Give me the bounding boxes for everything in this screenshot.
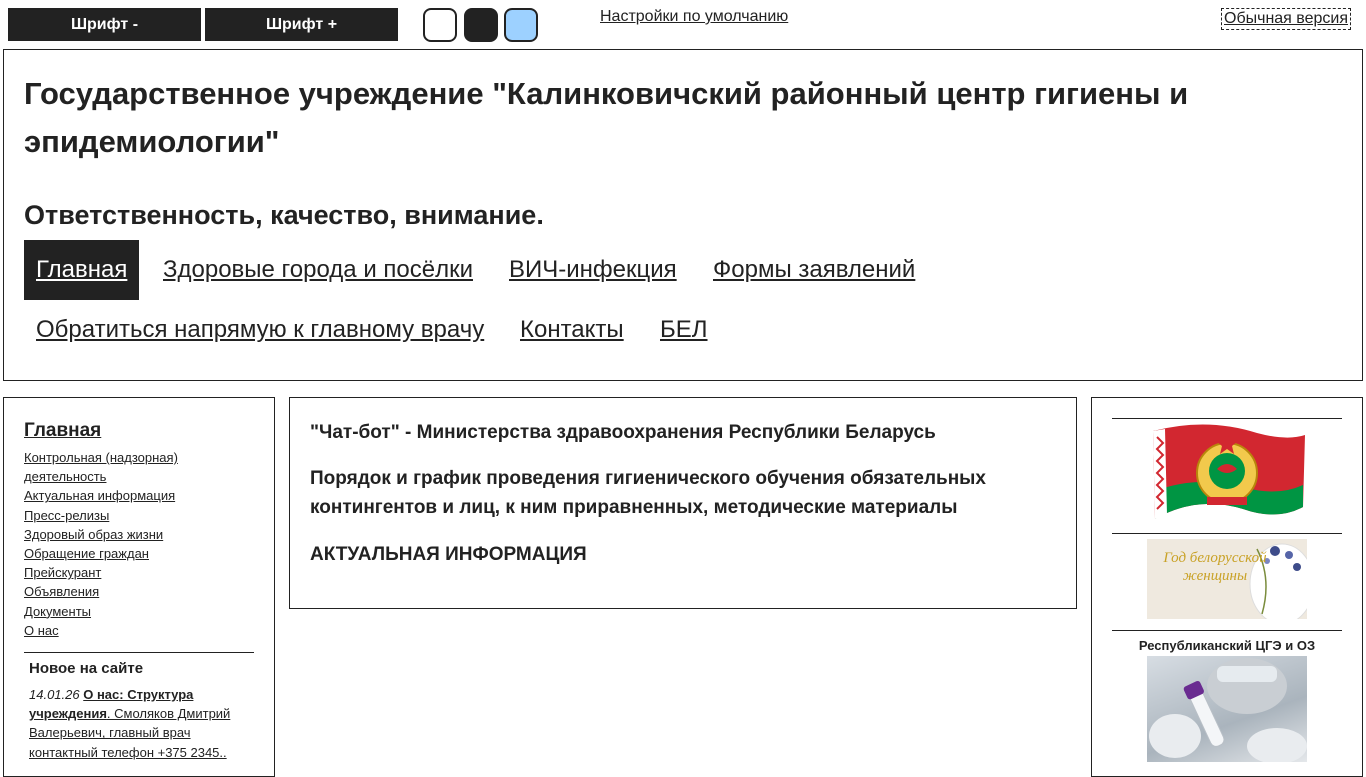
actual-info-link[interactable]: АКТУАЛЬНАЯ ИНФОРМАЦИЯ <box>310 540 587 569</box>
sidebar-item-documents[interactable]: Документы <box>24 602 244 621</box>
sidebar-item-actual-info[interactable]: Актуальная информация <box>24 486 244 505</box>
news-date: 14.01.26 <box>29 687 80 702</box>
sidebar-divider <box>24 652 254 653</box>
belarus-flag-emblem-icon <box>1153 424 1305 519</box>
accessibility-toolbar: Шрифт - Шрифт + Настройки по умолчанию О… <box>0 0 1366 48</box>
nav-item-hiv[interactable]: ВИЧ-инфекция <box>497 240 689 300</box>
reset-settings-link[interactable]: Настройки по умолчанию <box>600 8 788 26</box>
hygiene-training-link[interactable]: Порядок и график проведения гигиеническо… <box>310 464 1030 522</box>
lab-test-tube-icon <box>1149 658 1307 762</box>
state-emblem-flag-banner[interactable] <box>1147 423 1307 523</box>
year-of-belarusian-woman-banner[interactable]: Год белорусской женщины <box>1147 539 1307 619</box>
site-slogan: Ответственность, качество, внимание. <box>24 200 544 230</box>
banner-divider <box>1112 533 1342 534</box>
nav-item-forms[interactable]: Формы заявлений <box>701 240 927 300</box>
right-sidebar: Год белорусской женщины Республиканский … <box>1091 397 1363 777</box>
sidebar-item-healthy-lifestyle[interactable]: Здоровый образ жизни <box>24 525 244 544</box>
chatbot-link[interactable]: "Чат-бот" - Министерства здравоохранения… <box>310 418 936 447</box>
site-header: Государственное учреждение "Калинковичск… <box>3 49 1363 381</box>
site-title: Государственное учреждение "Калинковичск… <box>24 76 1189 159</box>
nav-item-language-bel[interactable]: БЕЛ <box>648 300 720 360</box>
font-decrease-button[interactable]: Шрифт - <box>8 8 201 41</box>
banner-divider <box>1112 418 1342 419</box>
banner-divider <box>1112 630 1342 631</box>
sidebar-item-control[interactable]: Контрольная (надзорная) деятельность <box>24 448 244 486</box>
main-content: "Чат-бот" - Министерства здравоохранения… <box>289 397 1077 609</box>
year-of-woman-text: Год белорусской женщины <box>1163 550 1267 584</box>
news-heading: Новое на сайте <box>29 660 144 677</box>
sidebar-item-press-releases[interactable]: Пресс-релизы <box>24 506 244 525</box>
sidebar-item-about[interactable]: О нас <box>24 621 244 640</box>
sidebar-title-link[interactable]: Главная <box>24 420 101 442</box>
normal-version-link[interactable]: Обычная версия <box>1221 8 1352 30</box>
news-item: 14.01.26 О нас: Структура учреждения. См… <box>29 685 244 762</box>
color-scheme-black-button[interactable] <box>464 8 498 42</box>
sidebar-menu: Контрольная (надзорная) деятельность Акт… <box>24 448 244 640</box>
color-scheme-white-button[interactable] <box>423 8 457 42</box>
nav-item-home[interactable]: Главная <box>24 240 140 300</box>
sidebar-item-announcements[interactable]: Объявления <box>24 582 244 601</box>
nav-item-healthy-cities[interactable]: Здоровые города и посёлки <box>151 240 485 300</box>
nav-item-contact-chief[interactable]: Обратиться напрямую к главному врачу <box>24 300 496 360</box>
republican-center-caption[interactable]: Республиканский ЦГЭ и ОЗ <box>1112 638 1342 653</box>
left-sidebar: Главная Контрольная (надзорная) деятельн… <box>3 397 275 777</box>
nav-item-contacts[interactable]: Контакты <box>508 300 636 360</box>
sidebar-item-price-list[interactable]: Прейскурант <box>24 563 244 582</box>
republican-center-banner[interactable] <box>1147 656 1307 762</box>
color-scheme-blue-button[interactable] <box>504 8 538 42</box>
font-increase-button[interactable]: Шрифт + <box>205 8 398 41</box>
sidebar-item-citizen-appeals[interactable]: Обращение граждан <box>24 544 244 563</box>
